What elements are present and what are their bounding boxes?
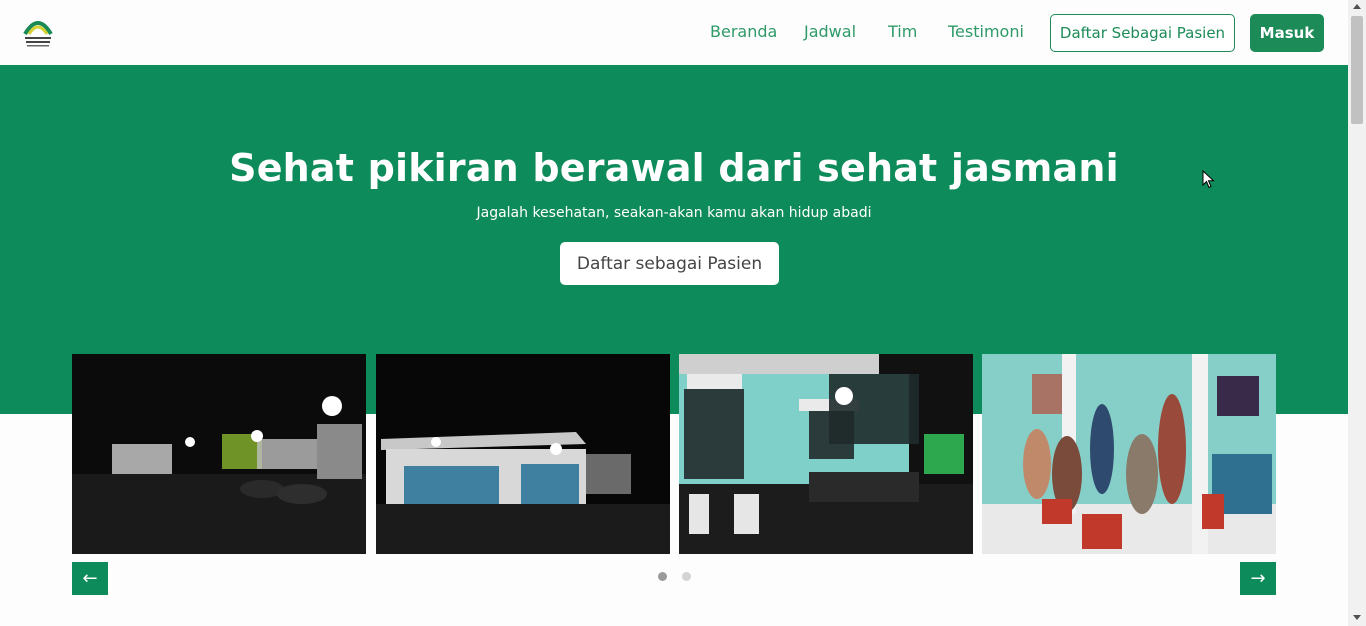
carousel-prev-button[interactable]: ← — [72, 562, 108, 595]
carousel-image-house-night — [376, 354, 670, 554]
scrollbar-thumb[interactable] — [1351, 16, 1363, 124]
hero-title: Sehat pikiran berawal dari sehat jasmani — [229, 146, 1119, 190]
carousel-image-terrace-night — [679, 354, 973, 554]
nav-link-testimoni[interactable]: Testimoni — [948, 22, 1024, 42]
nav-link-beranda[interactable]: Beranda — [710, 22, 777, 42]
hero-subtitle: Jagalah kesehatan, seakan-akan kamu akan… — [476, 205, 872, 221]
arrow-left-icon: ← — [82, 568, 98, 589]
navbar: Beranda Jadwal Tim Testimoni Daftar Seba… — [0, 0, 1348, 65]
scroll-up-arrow-icon[interactable] — [1353, 4, 1361, 9]
login-button[interactable]: Masuk — [1250, 14, 1324, 52]
scroll-down-arrow-icon[interactable] — [1353, 615, 1361, 620]
carousel-dot-2[interactable] — [682, 572, 691, 581]
carousel-dot-1[interactable] — [658, 572, 667, 581]
page-scrollbar[interactable] — [1348, 0, 1366, 626]
arrow-right-icon: → — [1250, 568, 1266, 589]
nav-link-tim[interactable]: Tim — [888, 22, 917, 42]
carousel-next-button[interactable]: → — [1240, 562, 1276, 595]
carousel-image-street-night — [72, 354, 366, 554]
carousel-image-clinic-indoor — [982, 354, 1276, 554]
logo[interactable] — [22, 14, 54, 52]
register-patient-button[interactable]: Daftar Sebagai Pasien — [1050, 14, 1235, 52]
mouse-cursor-icon — [1202, 170, 1215, 189]
nav-link-jadwal[interactable]: Jadwal — [804, 22, 856, 42]
hero-register-button[interactable]: Daftar sebagai Pasien — [560, 242, 779, 285]
